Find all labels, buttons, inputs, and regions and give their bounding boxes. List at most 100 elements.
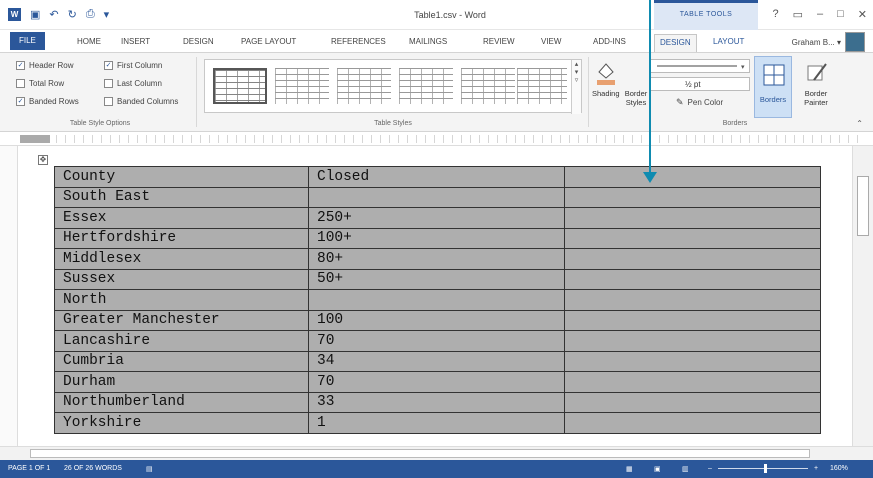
table-cell[interactable]: 34: [308, 350, 565, 372]
table-cell[interactable]: [564, 186, 821, 208]
table-style-thumbnail[interactable]: [461, 68, 515, 104]
save-icon[interactable]: ▣: [30, 8, 40, 21]
table-cell[interactable]: Greater Manchester: [54, 309, 309, 331]
table-cell[interactable]: [564, 350, 821, 372]
zoom-slider-thumb[interactable]: [764, 464, 767, 473]
tab-insert[interactable]: INSERT: [116, 34, 155, 50]
tab-view[interactable]: VIEW: [536, 34, 566, 50]
table-cell[interactable]: [564, 289, 821, 311]
web-layout-icon[interactable]: ▥: [682, 465, 689, 473]
gallery-more-icon[interactable]: ▴ ▾ ▿: [571, 60, 581, 114]
table-style-thumbnail[interactable]: [399, 68, 453, 104]
table-cell[interactable]: 100: [308, 309, 565, 331]
table-cell[interactable]: Northumberland: [54, 391, 309, 413]
table-cell[interactable]: [564, 207, 821, 229]
redo-icon[interactable]: ↻: [68, 8, 77, 21]
table-cell[interactable]: Essex: [54, 207, 309, 229]
table-cell[interactable]: Hertfordshire: [54, 227, 309, 249]
tab-page-layout[interactable]: PAGE LAYOUT: [236, 34, 301, 50]
avatar[interactable]: [845, 32, 865, 52]
option-banded-columns[interactable]: Banded Columns: [104, 97, 178, 106]
option-header-row[interactable]: ✓ Header Row: [16, 61, 73, 70]
table-cell[interactable]: 50+: [308, 268, 565, 290]
read-mode-icon[interactable]: ▦: [626, 465, 633, 473]
option-last-column[interactable]: Last Column: [104, 79, 162, 88]
table-cell[interactable]: 33: [308, 391, 565, 413]
collapse-ribbon-icon[interactable]: ⌃: [856, 119, 863, 128]
borders-button[interactable]: Borders: [754, 56, 792, 118]
word-count[interactable]: 26 OF 26 WORDS: [64, 465, 122, 472]
table-cell[interactable]: [564, 227, 821, 249]
user-account[interactable]: Graham B... ▾: [792, 38, 841, 47]
line-weight-dropdown[interactable]: ½ pt: [650, 77, 750, 91]
line-style-dropdown[interactable]: ▾: [650, 59, 750, 73]
shading-button[interactable]: Shading: [592, 59, 620, 98]
checkbox-total-row[interactable]: [16, 79, 25, 88]
table-cell[interactable]: [564, 412, 821, 434]
tab-table-layout[interactable]: LAYOUT: [708, 34, 749, 50]
table-cell[interactable]: 70: [308, 371, 565, 393]
minimize-button[interactable]: –: [817, 8, 823, 21]
table-cell[interactable]: [564, 268, 821, 290]
option-first-column[interactable]: ✓ First Column: [104, 61, 162, 70]
table-cell[interactable]: [564, 248, 821, 270]
tab-file[interactable]: FILE: [10, 32, 45, 50]
tab-table-design[interactable]: DESIGN: [654, 34, 697, 53]
horizontal-ruler[interactable]: [0, 132, 873, 146]
checkbox-last-column[interactable]: [104, 79, 113, 88]
table-cell[interactable]: 70: [308, 330, 565, 352]
table-cell[interactable]: 80+: [308, 248, 565, 270]
table-cell[interactable]: Middlesex: [54, 248, 309, 270]
option-total-row[interactable]: Total Row: [16, 79, 64, 88]
border-painter-button[interactable]: Border Painter: [796, 59, 836, 107]
table-style-thumbnail[interactable]: [517, 68, 567, 104]
table-cell[interactable]: County: [54, 166, 309, 188]
table-cell[interactable]: South East: [54, 186, 309, 208]
table-cell[interactable]: 250+: [308, 207, 565, 229]
zoom-out-icon[interactable]: –: [708, 465, 712, 472]
table-cell[interactable]: [564, 371, 821, 393]
customize-toolbar-icon[interactable]: ▾: [104, 8, 110, 21]
vertical-scroll-thumb[interactable]: [857, 176, 869, 236]
tab-review[interactable]: REVIEW: [478, 34, 520, 50]
table-style-thumbnail[interactable]: [275, 68, 329, 104]
maximize-button[interactable]: □: [837, 8, 844, 21]
table-cell[interactable]: North: [54, 289, 309, 311]
checkbox-banded-columns[interactable]: [104, 97, 113, 106]
table-style-thumbnail[interactable]: [337, 68, 391, 104]
table-cell[interactable]: 1: [308, 412, 565, 434]
table-cell[interactable]: Closed: [308, 166, 565, 188]
table-cell[interactable]: Durham: [54, 371, 309, 393]
vertical-ruler[interactable]: [0, 146, 18, 446]
checkbox-banded-rows[interactable]: ✓: [16, 97, 25, 106]
horizontal-scroll-thumb[interactable]: [30, 449, 810, 458]
vertical-scrollbar[interactable]: [852, 146, 873, 446]
page-count[interactable]: PAGE 1 OF 1: [8, 465, 50, 472]
horizontal-scrollbar[interactable]: [0, 446, 873, 460]
checkbox-header-row[interactable]: ✓: [16, 61, 25, 70]
close-button[interactable]: ✕: [858, 8, 867, 21]
table-cell[interactable]: 100+: [308, 227, 565, 249]
tab-add-ins[interactable]: ADD-INS: [588, 34, 631, 50]
table-cell[interactable]: Lancashire: [54, 330, 309, 352]
tab-home[interactable]: HOME: [72, 34, 106, 50]
table-style-thumbnail[interactable]: [213, 68, 267, 104]
border-styles-button[interactable]: Border Styles: [624, 89, 648, 107]
table-cell[interactable]: Yorkshire: [54, 412, 309, 434]
help-icon[interactable]: ?: [772, 8, 778, 21]
table-cell[interactable]: [564, 309, 821, 331]
tab-design[interactable]: DESIGN: [178, 34, 219, 50]
table-cell[interactable]: [308, 186, 565, 208]
table-cell[interactable]: [564, 391, 821, 413]
ribbon-display-icon[interactable]: ▭: [793, 8, 803, 21]
zoom-slider[interactable]: [718, 468, 808, 469]
table-cell[interactable]: [564, 330, 821, 352]
zoom-level[interactable]: 160%: [830, 465, 848, 472]
undo-icon[interactable]: ↶: [49, 8, 58, 21]
table-cell[interactable]: [564, 166, 821, 188]
proofing-icon[interactable]: ▤: [146, 465, 153, 473]
table-cell[interactable]: Sussex: [54, 268, 309, 290]
pen-color-button[interactable]: ✎ Pen Color: [676, 97, 723, 108]
print-layout-icon[interactable]: ▣: [654, 465, 661, 473]
table-cell[interactable]: Cumbria: [54, 350, 309, 372]
